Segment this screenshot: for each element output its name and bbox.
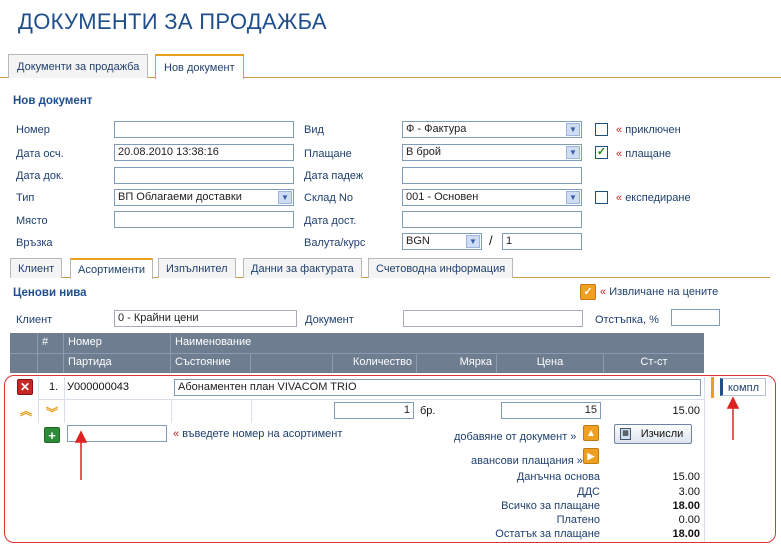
arrow-up-icon (726, 396, 740, 440)
annotation-arrows (74, 396, 740, 480)
arrow-up-icon (74, 430, 88, 480)
